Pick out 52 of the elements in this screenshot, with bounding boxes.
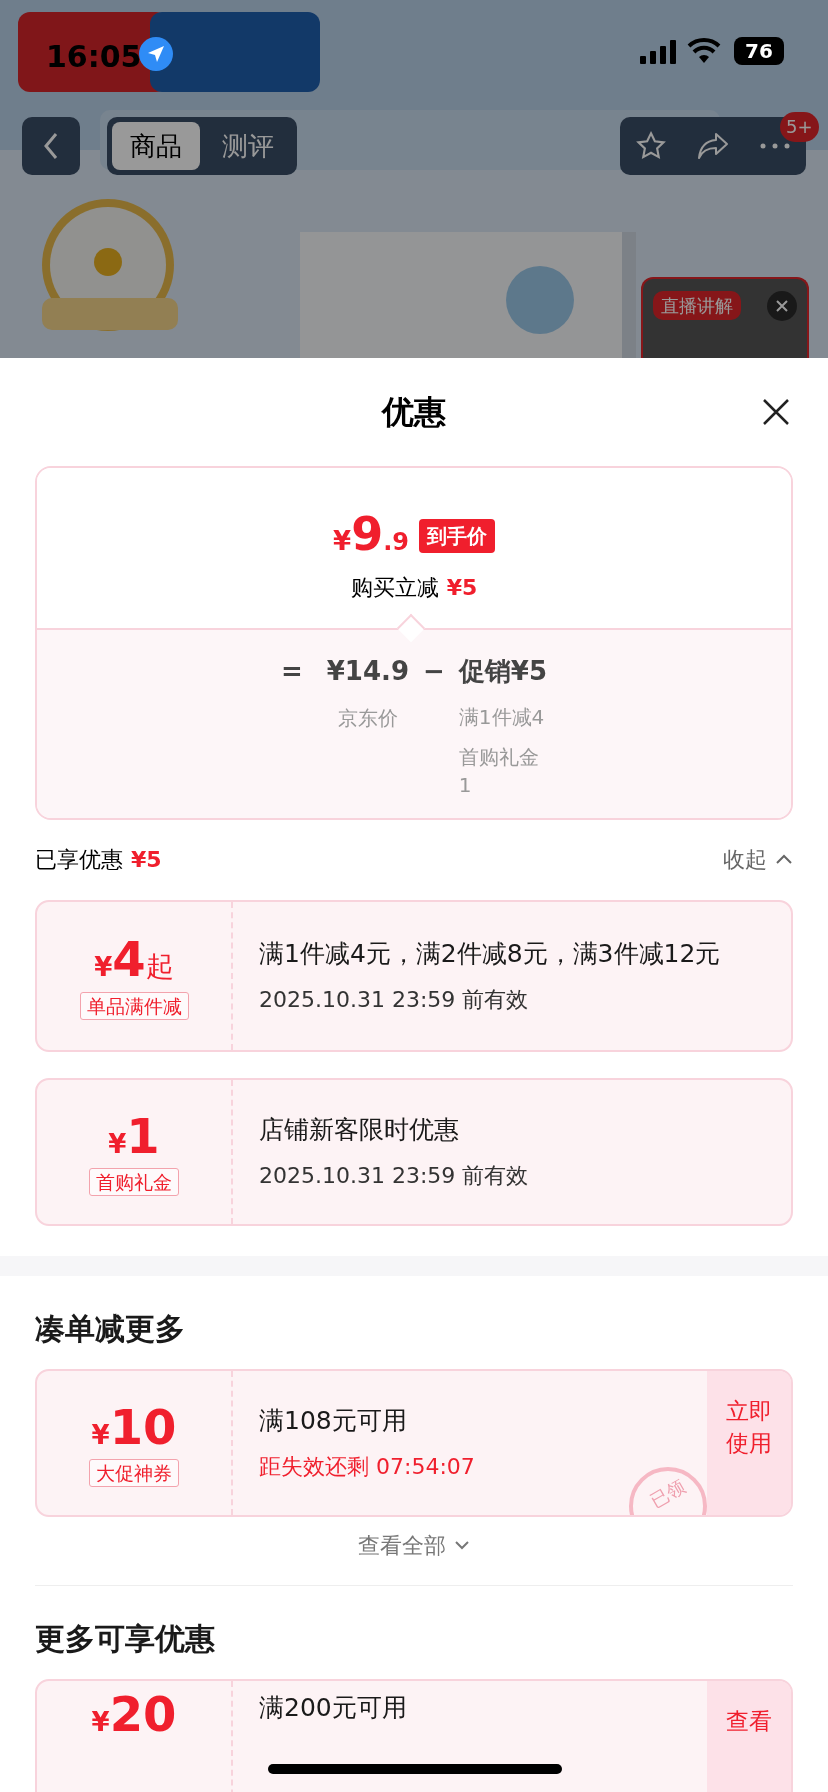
tab[interactable]: 测评 [204, 122, 292, 170]
section-title: 凑单减更多 [34, 1310, 186, 1348]
star-icon [635, 130, 667, 162]
chevron-down-icon [454, 1540, 470, 1550]
equals-sign: = [281, 655, 303, 688]
coupon-validity: 2025.10.31 23:59 前有效 [259, 1161, 530, 1190]
savings-amount: ¥5 [131, 845, 162, 874]
base-price-label: 京东价 [337, 705, 398, 732]
status-time: 16:05 [46, 38, 142, 76]
savings-label: 已享优惠 [35, 845, 123, 874]
base-price: ¥14.9 [326, 655, 410, 688]
coupon-tag: 大促神券 [89, 1458, 179, 1487]
close-icon [775, 299, 789, 313]
coupon-title: 满200元可用 [259, 1692, 408, 1724]
chevron-up-icon [775, 853, 793, 865]
minus-sign: − [423, 655, 445, 688]
use-coupon-button[interactable]: 立即使用 [707, 1371, 791, 1515]
use-coupon-button[interactable]: 查看 [707, 1681, 791, 1792]
final-price: ¥9.9 [333, 510, 409, 561]
battery-indicator: 76 [734, 37, 784, 65]
section-title: 更多可享优惠 [34, 1620, 216, 1658]
coupon-title: 店铺新客限时优惠 [259, 1113, 460, 1146]
view-all-link[interactable]: 查看全部 [358, 1528, 470, 1562]
signal-icon [640, 40, 676, 64]
promo-detail: 满1件减4 [458, 704, 545, 731]
discount-amount: ¥5 [446, 574, 478, 602]
coupon-amount: ¥1 [108, 1108, 160, 1164]
close-icon [762, 398, 790, 426]
coupon-amount: ¥20 [91, 1687, 177, 1742]
back-button[interactable] [22, 117, 80, 175]
coupon-title: 满1件减4元，满2件减8元，满3件减12元 [259, 937, 722, 970]
back-icon [43, 132, 59, 160]
location-icon [138, 36, 174, 72]
promo-amount: 促销¥5 [458, 655, 547, 688]
discount-label: 购买立减 [350, 574, 439, 602]
tab[interactable]: 商品 [112, 122, 200, 170]
coupon-amount: ¥10 [91, 1399, 177, 1455]
more-icon [760, 143, 790, 149]
coupon-title: 满108元可用 [259, 1404, 408, 1437]
coupon-amount: ¥4起 [94, 932, 174, 988]
collapse-toggle[interactable]: 收起 [723, 842, 793, 876]
share-icon [696, 131, 730, 161]
coupon-validity: 2025.10.31 23:59 前有效 [259, 985, 530, 1014]
price-tag: 到手价 [418, 518, 495, 553]
live-label: 直播讲解 [653, 291, 741, 320]
coupon-tag: 单品满件减 [79, 992, 189, 1020]
wifi-icon [687, 38, 721, 64]
promo-detail: 首购礼金1 [458, 744, 540, 799]
coupon-countdown: 距失效还剩 07:54:07 [259, 1452, 476, 1481]
sheet-title: 优惠 [382, 392, 446, 433]
coupon-tag: 首购礼金 [89, 1167, 179, 1196]
live-video-tile[interactable]: 直播讲解 [641, 277, 809, 358]
